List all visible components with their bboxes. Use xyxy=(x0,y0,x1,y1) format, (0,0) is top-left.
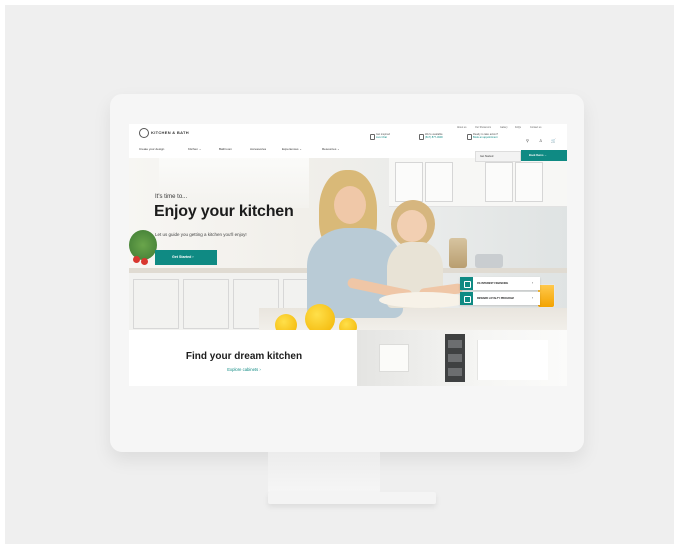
utility-bar: About us Our Showroom Gallery FAQs Conta… xyxy=(129,124,567,132)
chevron-right-icon: › xyxy=(532,296,534,300)
calendar-icon xyxy=(467,134,472,140)
brand-logo-icon[interactable] xyxy=(139,128,149,138)
hero-title: Enjoy your kitchen xyxy=(154,203,294,220)
financing-icon xyxy=(460,277,473,290)
nav-bathroom[interactable]: Bathroom xyxy=(219,147,232,151)
utility-link-about[interactable]: About us xyxy=(457,126,466,129)
nav-resources[interactable]: Resources ⌄ xyxy=(322,147,340,151)
lemon xyxy=(305,304,335,330)
promo-loyalty[interactable]: REWARD LOYALTY PROGRAM › xyxy=(460,292,540,305)
dough xyxy=(379,292,469,308)
utensil-holder xyxy=(449,238,467,268)
promo-financing[interactable]: 0% INTEREST FINANCING › xyxy=(460,277,540,290)
phone-icon xyxy=(419,134,424,140)
plant xyxy=(129,230,157,260)
explore-cabinets-link[interactable]: Explore cabinets › xyxy=(132,367,356,372)
header-info-appointment[interactable]: Ready to take action? Book an appointmen… xyxy=(473,133,498,139)
lemon xyxy=(275,314,297,330)
wall-oven xyxy=(445,334,465,382)
header-info-phone[interactable]: We're available (617) 877-4900 xyxy=(425,133,443,139)
website-screen: About us Our Showroom Gallery FAQs Conta… xyxy=(129,124,567,386)
utility-link-contact[interactable]: Contact us xyxy=(530,126,541,129)
header-info-chat[interactable]: Get inspired Live Chat xyxy=(376,133,390,139)
user-icon[interactable]: ♙ xyxy=(539,138,543,143)
hero-pretitle: It's time to... xyxy=(155,194,188,200)
utility-link-showroom[interactable]: Our Showroom xyxy=(475,126,491,129)
cooking-pot xyxy=(475,254,503,268)
get-started-button[interactable]: Get Started › xyxy=(155,250,217,265)
nav-accessories[interactable]: Accessories xyxy=(250,147,266,151)
hero-subtitle: Let us guide you getting a kitchen you'l… xyxy=(155,232,247,237)
nav-experiences[interactable]: Experiences ⌄ xyxy=(282,147,302,151)
search-icon[interactable]: ⚲ xyxy=(526,138,529,143)
chevron-right-icon: › xyxy=(532,281,534,285)
book-demo-button[interactable]: Book Demo → xyxy=(521,150,567,161)
nav-create-design[interactable]: Create your design xyxy=(139,147,164,151)
section-title: Find your dream kitchen xyxy=(185,351,303,362)
nav-kitchen[interactable]: Kitchen ⌄ xyxy=(188,147,201,151)
utility-link-faqs[interactable]: FAQs xyxy=(515,126,521,129)
loyalty-icon xyxy=(460,292,473,305)
kitchen-room-photo xyxy=(357,330,567,386)
hero-banner: It's time to... Enjoy your kitchen Let u… xyxy=(129,158,567,330)
monitor-stand xyxy=(268,452,380,496)
monitor-stand-base xyxy=(268,492,436,504)
utility-link-gallery[interactable]: Gallery xyxy=(500,126,508,129)
brand-logo[interactable]: KITCHEN & BATH xyxy=(151,130,189,135)
dream-kitchen-card: Find your dream kitchen Explore cabinets… xyxy=(132,330,356,386)
hero-window xyxy=(159,158,309,208)
store-select[interactable]: Get Started xyxy=(475,151,521,162)
cart-icon[interactable]: 🛒 xyxy=(551,138,556,143)
chat-icon xyxy=(370,134,375,140)
lemon xyxy=(339,318,357,330)
